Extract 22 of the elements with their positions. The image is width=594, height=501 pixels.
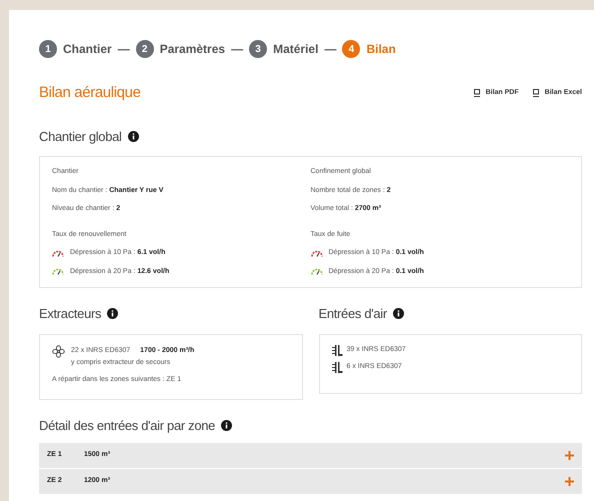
step-tab[interactable]: 1 Chantier: [39, 40, 112, 58]
info-icon[interactable]: [392, 308, 404, 320]
section-heading: Chantier global: [39, 128, 122, 146]
download-icon: [532, 89, 539, 98]
download-icon: [474, 89, 480, 98]
section-heading: Extracteurs: [39, 305, 102, 323]
step-separator: —: [324, 41, 336, 58]
plus-icon[interactable]: [565, 477, 574, 486]
step-separator: —: [118, 41, 130, 58]
info-icon[interactable]: [221, 420, 232, 431]
air-inlet-icon: [332, 344, 342, 356]
step-separator: —: [231, 41, 244, 58]
step-tab[interactable]: 2 Paramètres: [136, 40, 226, 58]
page-title: Bilan aéraulique: [39, 83, 141, 103]
air-inlet-icon: [332, 362, 342, 374]
section-heading: Détail des entrées d'air par zone: [39, 416, 216, 435]
info-icon[interactable]: [128, 130, 139, 142]
info-icon[interactable]: [107, 308, 118, 320]
fan-icon: [52, 344, 65, 358]
step-tab[interactable]: 3 Matériel: [249, 40, 318, 58]
section-heading: Entrées d'air: [318, 305, 387, 323]
plus-icon[interactable]: [565, 451, 574, 460]
